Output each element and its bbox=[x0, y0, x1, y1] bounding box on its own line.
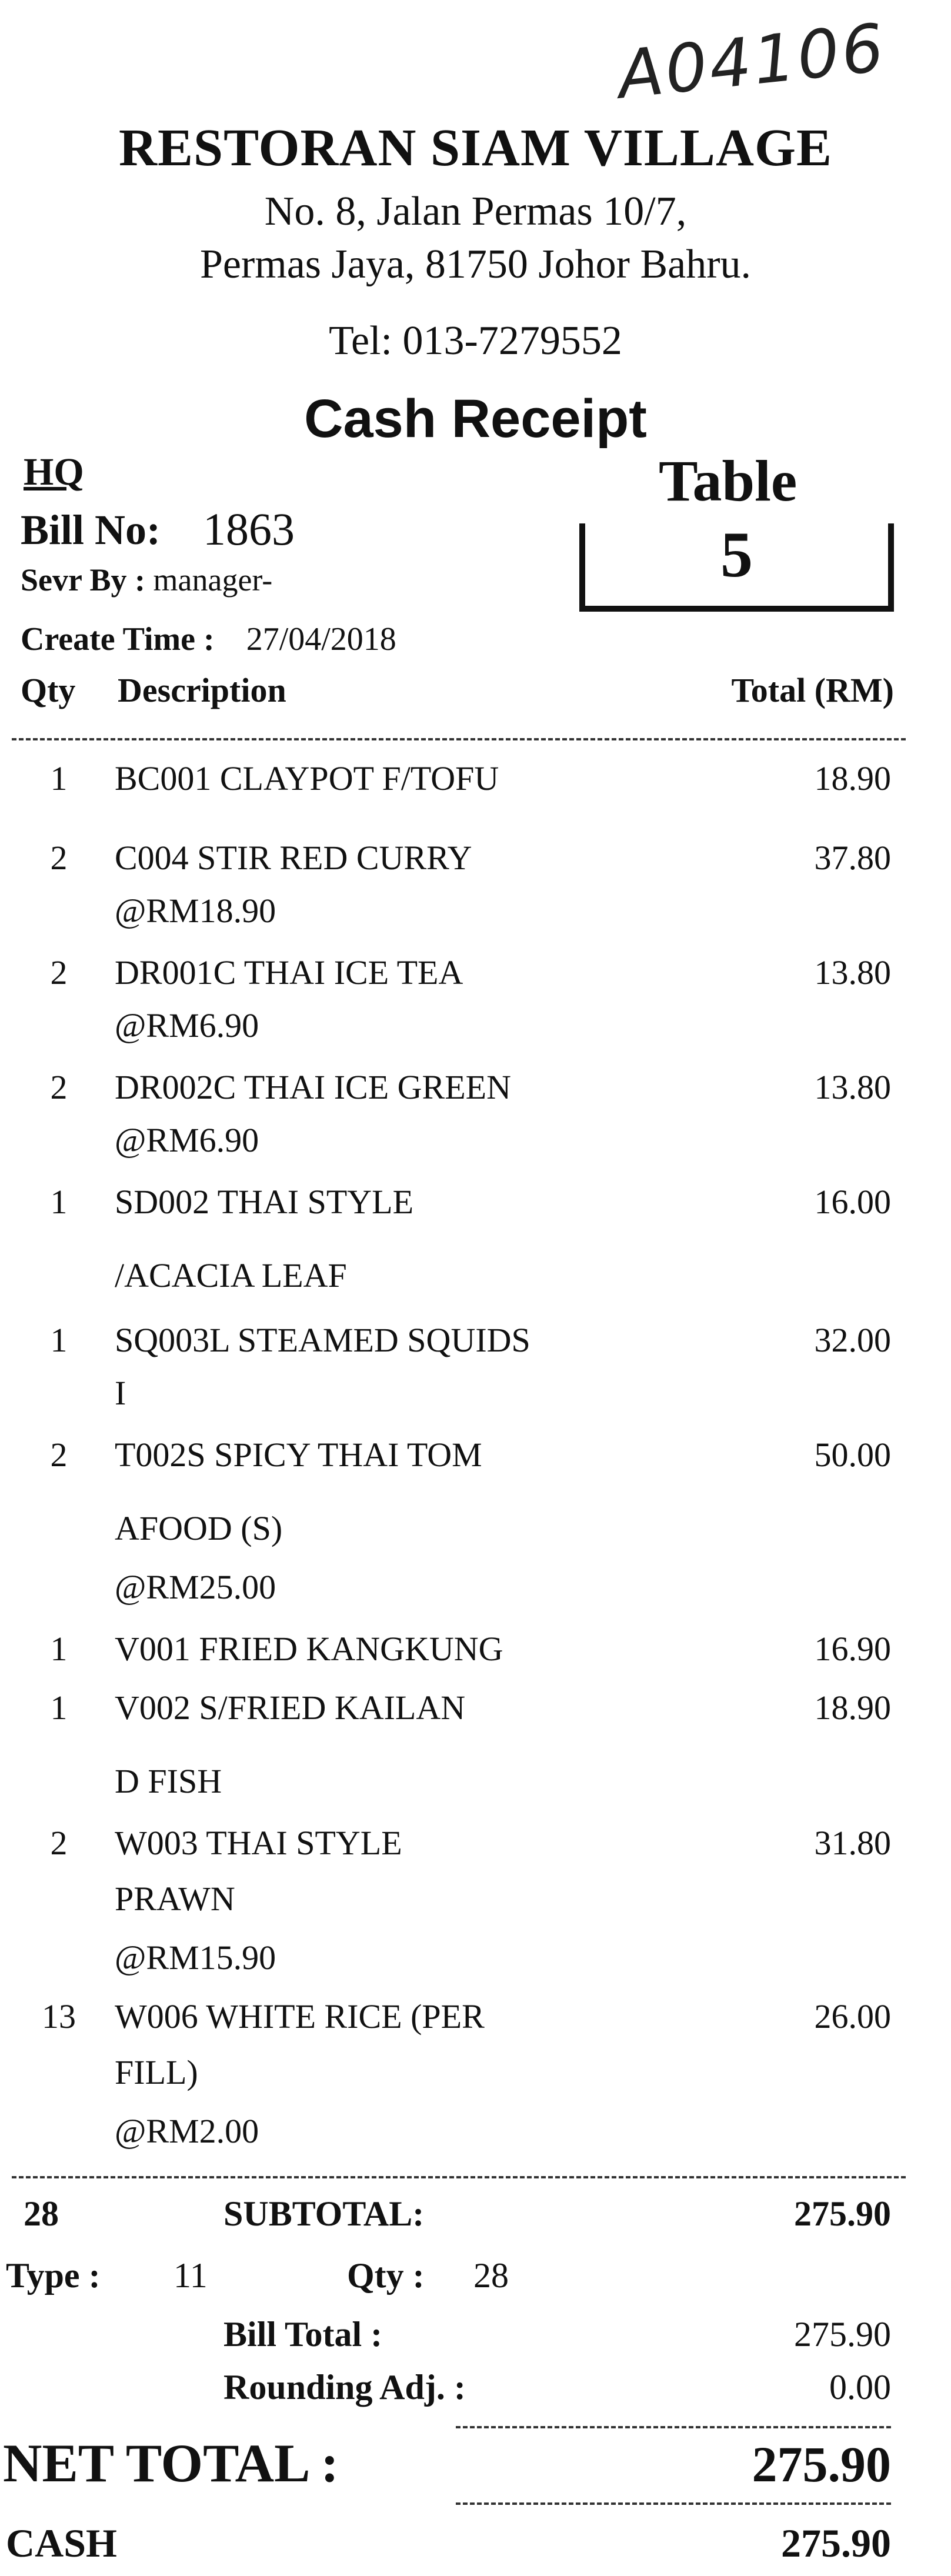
item-total: 26.00 bbox=[814, 1997, 892, 2036]
column-header-total: Total (RM) bbox=[731, 671, 894, 709]
item-unit-price: @RM18.90 bbox=[115, 892, 276, 930]
item-qty: 1 bbox=[50, 1321, 68, 1359]
items-divider bbox=[12, 2176, 906, 2178]
item-description: SD002 THAI STYLE bbox=[115, 1183, 414, 1221]
store-address-line1: No. 8, Jalan Permas 10/7, bbox=[264, 189, 687, 234]
item-total: 18.90 bbox=[814, 1689, 892, 1727]
item-unit-price: @RM6.90 bbox=[115, 1121, 259, 1159]
create-time-label: Create Time : bbox=[21, 621, 215, 658]
item-unit-price: @RM15.90 bbox=[115, 1938, 276, 1977]
create-time-value: 27/04/2018 bbox=[246, 621, 396, 658]
item-description: BC001 CLAYPOT F/TOFU bbox=[115, 759, 499, 798]
item-description-continued: D FISH bbox=[115, 1762, 222, 1800]
item-description-continued: I bbox=[115, 1374, 126, 1412]
table-label: Table bbox=[659, 448, 797, 513]
item-description: C004 STIR RED CURRY bbox=[115, 839, 472, 877]
net-total-label: NET TOTAL : bbox=[3, 2433, 339, 2493]
item-unit-price: @RM25.00 bbox=[115, 1568, 276, 1606]
item-total: 32.00 bbox=[814, 1321, 892, 1359]
net-total-value: 275.90 bbox=[752, 2436, 892, 2492]
server-name: manager- bbox=[153, 562, 273, 598]
store-address-line2: Permas Jaya, 81750 Johor Bahru. bbox=[199, 242, 752, 287]
item-qty: 1 bbox=[50, 759, 68, 798]
qty-value: 28 bbox=[473, 2256, 509, 2295]
rounding-adjustment-value: 0.00 bbox=[829, 2368, 891, 2407]
bill-total-label: Bill Total : bbox=[223, 2315, 383, 2354]
rounding-adjustment-label: Rounding Adj. : bbox=[223, 2368, 466, 2407]
cash-amount: 275.90 bbox=[781, 2521, 891, 2565]
item-description: V002 S/FRIED KAILAN bbox=[115, 1689, 466, 1727]
item-qty: 2 bbox=[50, 1824, 68, 1862]
column-header-description: Description bbox=[118, 671, 286, 709]
item-description: DR002C THAI ICE GREEN bbox=[115, 1068, 511, 1106]
item-description: DR001C THAI ICE TEA bbox=[115, 953, 463, 992]
item-description: W006 WHITE RICE (PER bbox=[115, 1997, 485, 2036]
column-header-qty: Qty bbox=[21, 671, 76, 709]
qty-label: Qty : bbox=[347, 2256, 425, 2295]
item-total: 16.00 bbox=[814, 1183, 892, 1221]
server-label: Sevr By : bbox=[21, 562, 145, 598]
item-description-continued: FILL) bbox=[115, 2053, 198, 2091]
item-total: 31.80 bbox=[814, 1824, 892, 1862]
store-telephone: Tel: 013-7279552 bbox=[329, 318, 622, 363]
item-qty: 2 bbox=[50, 1436, 68, 1474]
item-description: SQ003L STEAMED SQUIDS bbox=[115, 1321, 530, 1359]
create-time-line: Create Time : 27/04/2018 bbox=[21, 620, 396, 658]
subtotal-label: SUBTOTAL: bbox=[223, 2194, 425, 2233]
subtotal-value: 275.90 bbox=[794, 2194, 891, 2233]
item-qty: 13 bbox=[42, 1997, 76, 2036]
item-description-continued: AFOOD (S) bbox=[115, 1509, 283, 1547]
item-description-continued: PRAWN bbox=[115, 1880, 235, 1918]
item-qty: 2 bbox=[50, 839, 68, 877]
item-total: 50.00 bbox=[814, 1436, 892, 1474]
receipt-title: Cash Receipt bbox=[304, 389, 647, 449]
item-qty: 1 bbox=[50, 1689, 68, 1727]
store-name: RESTORAN SIAM VILLAGE bbox=[119, 119, 832, 177]
item-description-continued: /ACACIA LEAF bbox=[115, 1256, 347, 1294]
server-line: Sevr By : manager- bbox=[21, 562, 272, 598]
table-number: 5 bbox=[720, 519, 753, 590]
net-total-bottom-divider bbox=[456, 2502, 891, 2505]
item-unit-price: @RM2.00 bbox=[115, 2112, 259, 2150]
item-description: W003 THAI STYLE bbox=[115, 1824, 402, 1862]
bill-number: 1863 bbox=[203, 503, 295, 555]
type-value: 11 bbox=[173, 2256, 208, 2295]
item-total: 13.80 bbox=[814, 953, 892, 992]
item-qty: 1 bbox=[50, 1183, 68, 1221]
type-label: Type : bbox=[6, 2256, 101, 2295]
handwritten-reference-number: A04106 bbox=[614, 9, 890, 114]
item-description: T002S SPICY THAI TOM bbox=[115, 1436, 482, 1474]
item-unit-price: @RM6.90 bbox=[115, 1006, 259, 1045]
net-total-top-divider bbox=[456, 2426, 891, 2428]
item-qty: 2 bbox=[50, 953, 68, 992]
item-total: 37.80 bbox=[814, 839, 892, 877]
item-description: V001 FRIED KANGKUNG bbox=[115, 1630, 503, 1668]
bill-total-value: 275.90 bbox=[794, 2315, 891, 2354]
item-total: 16.90 bbox=[814, 1630, 892, 1668]
payment-method-label: CASH bbox=[6, 2521, 117, 2565]
total-quantity: 28 bbox=[24, 2194, 59, 2233]
item-total: 13.80 bbox=[814, 1068, 892, 1106]
header-divider bbox=[12, 738, 906, 740]
outlet-code: HQ bbox=[24, 451, 84, 493]
item-qty: 2 bbox=[50, 1068, 68, 1106]
item-total: 18.90 bbox=[814, 759, 892, 798]
bill-number-label: Bill No: bbox=[21, 506, 161, 553]
item-qty: 1 bbox=[50, 1630, 68, 1668]
